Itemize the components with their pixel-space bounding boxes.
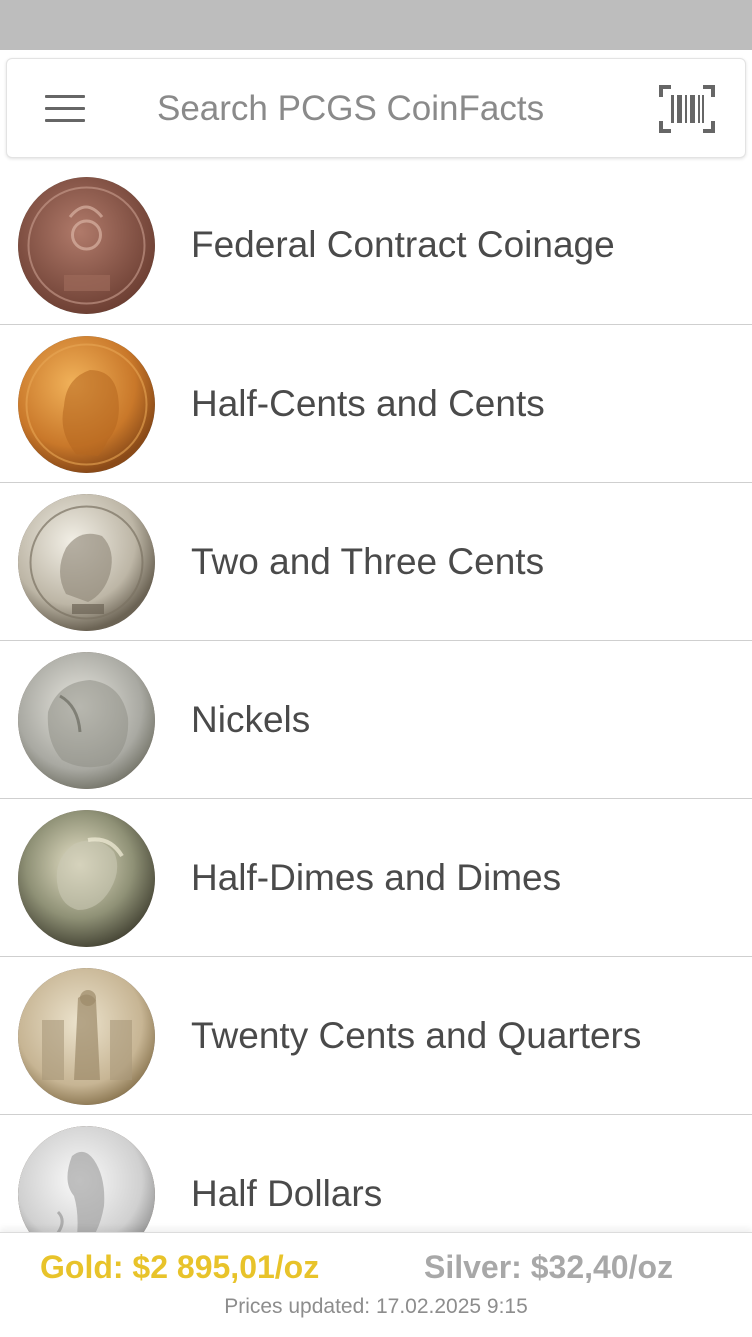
list-item-label: Twenty Cents and Quarters: [191, 1014, 642, 1056]
list-item-label: Federal Contract Coinage: [191, 224, 615, 265]
hamburger-menu-icon[interactable]: [35, 85, 93, 133]
list-item-nickels[interactable]: Nickels: [0, 641, 752, 799]
list-item-label: Half-Cents and Cents: [191, 382, 545, 424]
silver-price: Silver: $32,40/oz: [424, 1249, 674, 1285]
list-item-federal-contract-coinage[interactable]: Federal Contract Coinage: [0, 166, 752, 325]
prices-updated-timestamp: Prices updated: 17.02.2025 9:15: [224, 1295, 528, 1318]
barcode-scan-icon[interactable]: [657, 81, 717, 137]
metal-prices-bar: Gold: $2 895,01/oz Silver: $32,40/oz Pri…: [0, 1232, 752, 1337]
list-item-twenty-cents-and-quarters[interactable]: Twenty Cents and Quarters: [0, 957, 752, 1115]
gold-price: Gold: $2 895,01/oz: [40, 1249, 320, 1285]
list-item-label: Two and Three Cents: [191, 540, 545, 582]
list-item-half-dimes-and-dimes[interactable]: Half-Dimes and Dimes: [0, 799, 752, 957]
list-item-label: Half Dollars: [191, 1172, 383, 1214]
category-list: Federal Contract Coinage Half-Cents and …: [0, 166, 752, 1232]
mercury-dime-icon: [18, 810, 155, 947]
search-input[interactable]: [157, 83, 627, 135]
search-bar: [6, 58, 746, 158]
list-item-half-dollars[interactable]: Half Dollars: [0, 1115, 752, 1232]
walking-liberty-half-icon: [18, 1126, 155, 1232]
list-item-label: Nickels: [191, 698, 311, 740]
buffalo-nickel-icon: [18, 652, 155, 789]
lincoln-cent-icon: [18, 336, 155, 473]
list-item-half-cents-and-cents[interactable]: Half-Cents and Cents: [0, 325, 752, 483]
status-bar: [0, 0, 752, 50]
list-item-two-and-three-cents[interactable]: Two and Three Cents: [0, 483, 752, 641]
standing-liberty-quarter-icon: [18, 968, 155, 1105]
fugio-cent-icon: [18, 177, 155, 314]
three-cent-nickel-icon: [18, 494, 155, 631]
list-item-label: Half-Dimes and Dimes: [191, 856, 562, 898]
